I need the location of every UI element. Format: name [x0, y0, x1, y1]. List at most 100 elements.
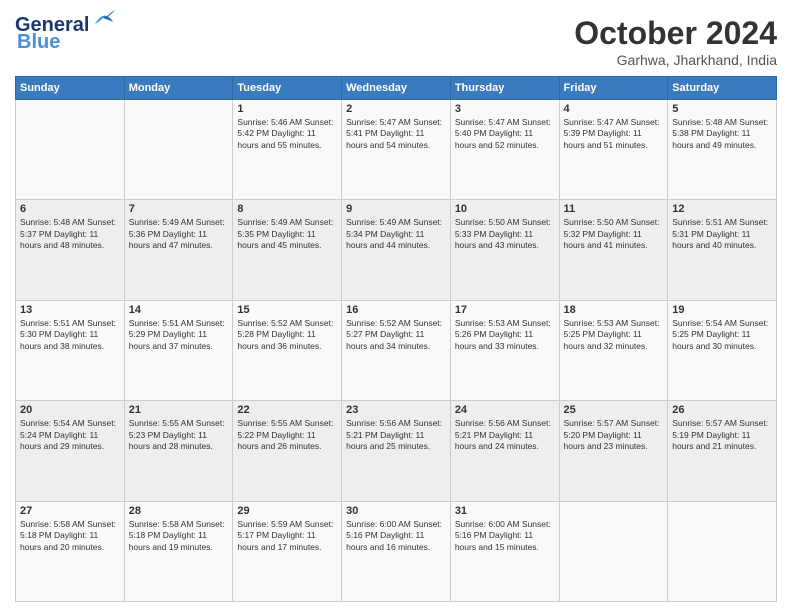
day-number: 21	[129, 404, 229, 416]
day-number: 25	[564, 404, 664, 416]
cell-info: Sunrise: 5:46 AM Sunset: 5:42 PM Dayligh…	[237, 117, 337, 151]
calendar-cell: 13Sunrise: 5:51 AM Sunset: 5:30 PM Dayli…	[16, 300, 125, 400]
cell-info: Sunrise: 5:56 AM Sunset: 5:21 PM Dayligh…	[455, 418, 555, 452]
cell-info: Sunrise: 5:49 AM Sunset: 5:36 PM Dayligh…	[129, 217, 229, 251]
day-number: 8	[237, 203, 337, 215]
calendar-cell: 17 Sunrise: 5:53 AM Sunset: 5:26 PM Dayli…	[450, 300, 559, 400]
page: General Blue October 2024 Garhwa, Jharkh…	[0, 0, 792, 612]
cell-info: Sunrise: 5:54 AM Sunset: 5:24 PM Dayligh…	[20, 418, 120, 452]
calendar-header-thursday: Thursday	[450, 77, 559, 100]
cell-info: Sunrise: 5:51 AM Sunset: 5:30 PM Dayligh…	[20, 318, 120, 352]
calendar-cell: 29 Sunrise: 5:59 AM Sunset: 5:17 PM Dayli…	[233, 501, 342, 601]
cell-info: Sunrise: 5:50 AM Sunset: 5:32 PM Dayligh…	[564, 217, 664, 251]
calendar-cell: 5Sunrise: 5:48 AM Sunset: 5:38 PM Daylig…	[668, 100, 777, 200]
day-number: 19	[672, 304, 772, 316]
calendar-cell	[559, 501, 668, 601]
cell-info: Sunrise: 5:50 AM Sunset: 5:33 PM Dayligh…	[455, 217, 555, 251]
day-number: 12	[672, 203, 772, 215]
day-number: 30	[346, 505, 446, 517]
calendar-week-2: 6Sunrise: 5:48 AM Sunset: 5:37 PM Daylig…	[16, 200, 777, 300]
day-number: 18	[564, 304, 664, 316]
calendar-cell: 11 Sunrise: 5:50 AM Sunset: 5:32 PM Dayli…	[559, 200, 668, 300]
calendar-cell	[668, 501, 777, 601]
day-number: 3	[455, 103, 555, 115]
day-number: 22	[237, 404, 337, 416]
calendar-header-saturday: Saturday	[668, 77, 777, 100]
day-number: 1	[237, 103, 337, 115]
cell-info: Sunrise: 5:48 AM Sunset: 5:37 PM Dayligh…	[20, 217, 120, 251]
day-number: 28	[129, 505, 229, 517]
logo-bird-icon	[93, 10, 115, 28]
cell-info: Sunrise: 5:52 AM Sunset: 5:27 PM Dayligh…	[346, 318, 446, 352]
cell-info: Sunrise: 5:51 AM Sunset: 5:29 PM Dayligh…	[129, 318, 229, 352]
calendar-cell: 16 Sunrise: 5:52 AM Sunset: 5:27 PM Dayli…	[342, 300, 451, 400]
month-title: October 2024	[574, 15, 777, 52]
calendar-cell	[124, 100, 233, 200]
day-number: 17	[455, 304, 555, 316]
calendar-cell: 30 Sunrise: 6:00 AM Sunset: 5:16 PM Dayli…	[342, 501, 451, 601]
calendar-cell: 21Sunrise: 5:55 AM Sunset: 5:23 PM Dayli…	[124, 401, 233, 501]
cell-info: Sunrise: 5:57 AM Sunset: 5:19 PM Dayligh…	[672, 418, 772, 452]
day-number: 29	[237, 505, 337, 517]
cell-info: Sunrise: 5:58 AM Sunset: 5:18 PM Dayligh…	[129, 519, 229, 553]
calendar-header-sunday: Sunday	[16, 77, 125, 100]
calendar-cell: 26 Sunrise: 5:57 AM Sunset: 5:19 PM Dayli…	[668, 401, 777, 501]
day-number: 20	[20, 404, 120, 416]
calendar-header-tuesday: Tuesday	[233, 77, 342, 100]
day-number: 15	[237, 304, 337, 316]
calendar-header-wednesday: Wednesday	[342, 77, 451, 100]
cell-info: Sunrise: 5:51 AM Sunset: 5:31 PM Dayligh…	[672, 217, 772, 251]
calendar-cell: 18 Sunrise: 5:53 AM Sunset: 5:25 PM Dayli…	[559, 300, 668, 400]
cell-info: Sunrise: 5:53 AM Sunset: 5:25 PM Dayligh…	[564, 318, 664, 352]
calendar-week-4: 20 Sunrise: 5:54 AM Sunset: 5:24 PM Dayli…	[16, 401, 777, 501]
day-number: 9	[346, 203, 446, 215]
calendar-cell: 28 Sunrise: 5:58 AM Sunset: 5:18 PM Dayli…	[124, 501, 233, 601]
cell-info: Sunrise: 5:54 AM Sunset: 5:25 PM Dayligh…	[672, 318, 772, 352]
calendar-cell: 10 Sunrise: 5:50 AM Sunset: 5:33 PM Dayli…	[450, 200, 559, 300]
calendar-cell: 24 Sunrise: 5:56 AM Sunset: 5:21 PM Dayli…	[450, 401, 559, 501]
cell-info: Sunrise: 5:53 AM Sunset: 5:26 PM Dayligh…	[455, 318, 555, 352]
cell-info: Sunrise: 5:56 AM Sunset: 5:21 PM Dayligh…	[346, 418, 446, 452]
day-number: 24	[455, 404, 555, 416]
calendar-cell: 14 Sunrise: 5:51 AM Sunset: 5:29 PM Dayli…	[124, 300, 233, 400]
cell-info: Sunrise: 5:48 AM Sunset: 5:38 PM Dayligh…	[672, 117, 772, 151]
cell-info: Sunrise: 5:59 AM Sunset: 5:17 PM Dayligh…	[237, 519, 337, 553]
day-number: 10	[455, 203, 555, 215]
calendar-cell: 22 Sunrise: 5:55 AM Sunset: 5:22 PM Dayli…	[233, 401, 342, 501]
logo: General Blue	[15, 15, 115, 54]
location: Garhwa, Jharkhand, India	[574, 52, 777, 68]
cell-info: Sunrise: 5:47 AM Sunset: 5:39 PM Dayligh…	[564, 117, 664, 151]
cell-info: Sunrise: 5:47 AM Sunset: 5:40 PM Dayligh…	[455, 117, 555, 151]
logo-blue: Blue	[17, 31, 60, 54]
calendar-cell: 1 Sunrise: 5:46 AM Sunset: 5:42 PM Daylig…	[233, 100, 342, 200]
calendar-cell: 4 Sunrise: 5:47 AM Sunset: 5:39 PM Daylig…	[559, 100, 668, 200]
day-number: 2	[346, 103, 446, 115]
calendar-cell: 31Sunrise: 6:00 AM Sunset: 5:16 PM Dayli…	[450, 501, 559, 601]
calendar-week-3: 13Sunrise: 5:51 AM Sunset: 5:30 PM Dayli…	[16, 300, 777, 400]
calendar-cell: 6Sunrise: 5:48 AM Sunset: 5:37 PM Daylig…	[16, 200, 125, 300]
day-number: 4	[564, 103, 664, 115]
day-number: 14	[129, 304, 229, 316]
day-number: 16	[346, 304, 446, 316]
day-number: 23	[346, 404, 446, 416]
title-section: October 2024 Garhwa, Jharkhand, India	[574, 15, 777, 68]
day-number: 26	[672, 404, 772, 416]
cell-info: Sunrise: 5:57 AM Sunset: 5:20 PM Dayligh…	[564, 418, 664, 452]
cell-info: Sunrise: 5:52 AM Sunset: 5:28 PM Dayligh…	[237, 318, 337, 352]
calendar-header-monday: Monday	[124, 77, 233, 100]
day-number: 11	[564, 203, 664, 215]
day-number: 31	[455, 505, 555, 517]
header: General Blue October 2024 Garhwa, Jharkh…	[15, 15, 777, 68]
calendar-cell: 25 Sunrise: 5:57 AM Sunset: 5:20 PM Dayli…	[559, 401, 668, 501]
calendar-cell: 23 Sunrise: 5:56 AM Sunset: 5:21 PM Dayli…	[342, 401, 451, 501]
cell-info: Sunrise: 5:47 AM Sunset: 5:41 PM Dayligh…	[346, 117, 446, 151]
cell-info: Sunrise: 5:55 AM Sunset: 5:22 PM Dayligh…	[237, 418, 337, 452]
calendar-cell: 19 Sunrise: 5:54 AM Sunset: 5:25 PM Dayli…	[668, 300, 777, 400]
calendar-cell: 20 Sunrise: 5:54 AM Sunset: 5:24 PM Dayli…	[16, 401, 125, 501]
calendar-cell: 15 Sunrise: 5:52 AM Sunset: 5:28 PM Dayli…	[233, 300, 342, 400]
cell-info: Sunrise: 5:58 AM Sunset: 5:18 PM Dayligh…	[20, 519, 120, 553]
day-number: 7	[129, 203, 229, 215]
calendar-header-row: SundayMondayTuesdayWednesdayThursdayFrid…	[16, 77, 777, 100]
calendar-week-1: 1 Sunrise: 5:46 AM Sunset: 5:42 PM Daylig…	[16, 100, 777, 200]
cell-info: Sunrise: 6:00 AM Sunset: 5:16 PM Dayligh…	[346, 519, 446, 553]
